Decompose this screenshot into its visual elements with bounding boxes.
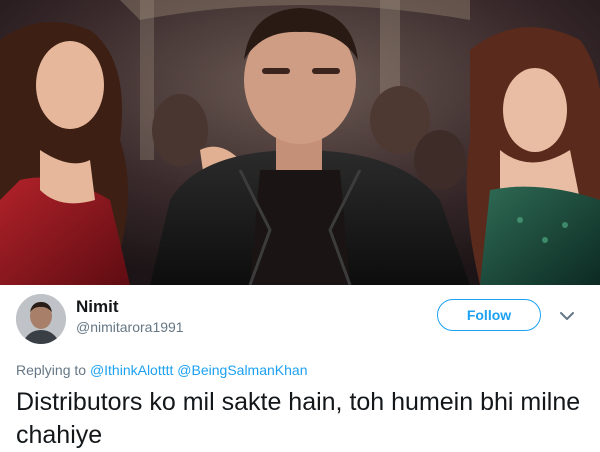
chevron-down-icon[interactable] — [558, 308, 576, 324]
display-name[interactable]: Nimit — [76, 297, 119, 317]
avatar[interactable] — [16, 294, 66, 344]
film-still-image — [0, 0, 600, 285]
tweet-photo[interactable] — [0, 0, 600, 285]
follow-button[interactable]: Follow — [437, 299, 541, 331]
mention-link[interactable]: @BeingSalmanKhan — [177, 362, 307, 378]
user-handle[interactable]: @nimitarora1991 — [76, 319, 184, 335]
tweet-text: Distributors ko mil sakte hain, toh hume… — [16, 388, 581, 449]
replying-to: Replying to @IthinkAlotttt @BeingSalmanK… — [16, 362, 307, 378]
mention-link[interactable]: @IthinkAlotttt — [90, 362, 173, 378]
replying-to-label: Replying to — [16, 362, 87, 378]
